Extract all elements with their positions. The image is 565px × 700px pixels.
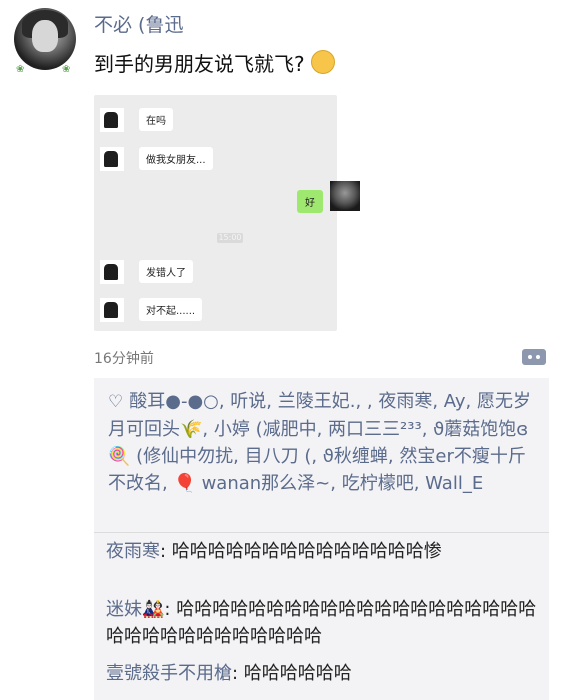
chat-bubble-1: 在吗 [139, 108, 173, 131]
chat-bubble-2: 做我女朋友... [139, 147, 213, 170]
author-name[interactable]: 不必 (鲁迅 [94, 10, 183, 37]
chat-screenshot[interactable]: 在吗 做我女朋友... 好 15:00 发错人了 对不起...... [94, 95, 360, 331]
likes-divider [94, 532, 549, 533]
chat-avatar-left-2 [100, 147, 124, 171]
chat-avatar-left-1 [100, 108, 124, 132]
more-actions-icon[interactable] [522, 349, 546, 365]
chat-bubble-3: 好 [297, 190, 323, 213]
chat-avatar-right [330, 181, 360, 211]
comment-author[interactable]: 迷妹🎎 [106, 599, 164, 620]
comment-separator: : [160, 541, 172, 562]
post-text: 到手的男朋友说飞就飞? [94, 48, 335, 77]
avatar-face [32, 20, 58, 52]
comment-author[interactable]: 夜雨寒 [106, 541, 160, 562]
likes-list: ♡ 酸耳●-●○, 听说, 兰陵王妃., , 夜雨寒, Ay, 愿无岁月可回头🌾,… [108, 388, 540, 497]
avatar-deco-left-icon: ❀ [16, 64, 25, 75]
chat-timestamp: 15:00 [217, 233, 243, 243]
comment-item[interactable]: 夜雨寒: 哈哈哈哈哈哈哈哈哈哈哈哈哈哈惨 [106, 538, 542, 565]
comment-item[interactable]: 壹號殺手不用槍: 哈哈哈哈哈哈 [106, 660, 542, 687]
post-text-content: 到手的男朋友说飞就飞? [94, 52, 305, 76]
post-time: 16分钟前 [94, 351, 154, 367]
comment-item[interactable]: 迷妹🎎: 哈哈哈哈哈哈哈哈哈哈哈哈哈哈哈哈哈哈哈哈哈哈哈哈哈哈哈哈哈哈哈哈 [106, 596, 542, 650]
avatar-deco-right-icon: ❀ [62, 64, 71, 75]
chat-avatar-left-3 [100, 260, 124, 284]
author-avatar[interactable] [14, 8, 76, 70]
heart-outline-icon: ♡ [108, 392, 124, 412]
chat-bubble-5: 对不起...... [139, 298, 203, 321]
comments-panel: ♡ 酸耳●-●○, 听说, 兰陵王妃., , 夜雨寒, Ay, 愿无岁月可回头🌾,… [94, 378, 549, 700]
thinking-face-icon [310, 50, 335, 74]
comment-separator: : [164, 599, 177, 620]
comment-text: 哈哈哈哈哈哈 [243, 663, 352, 684]
comment-text: 哈哈哈哈哈哈哈哈哈哈哈哈哈哈惨 [171, 541, 442, 562]
chat-avatar-left-4 [100, 298, 124, 322]
likes-names[interactable]: 酸耳●-●○, 听说, 兰陵王妃., , 夜雨寒, Ay, 愿无岁月可回头🌾, … [108, 391, 531, 494]
comment-separator: : [232, 663, 244, 684]
comment-author[interactable]: 壹號殺手不用槍 [106, 663, 232, 684]
chat-bubble-4: 发错人了 [139, 260, 193, 283]
